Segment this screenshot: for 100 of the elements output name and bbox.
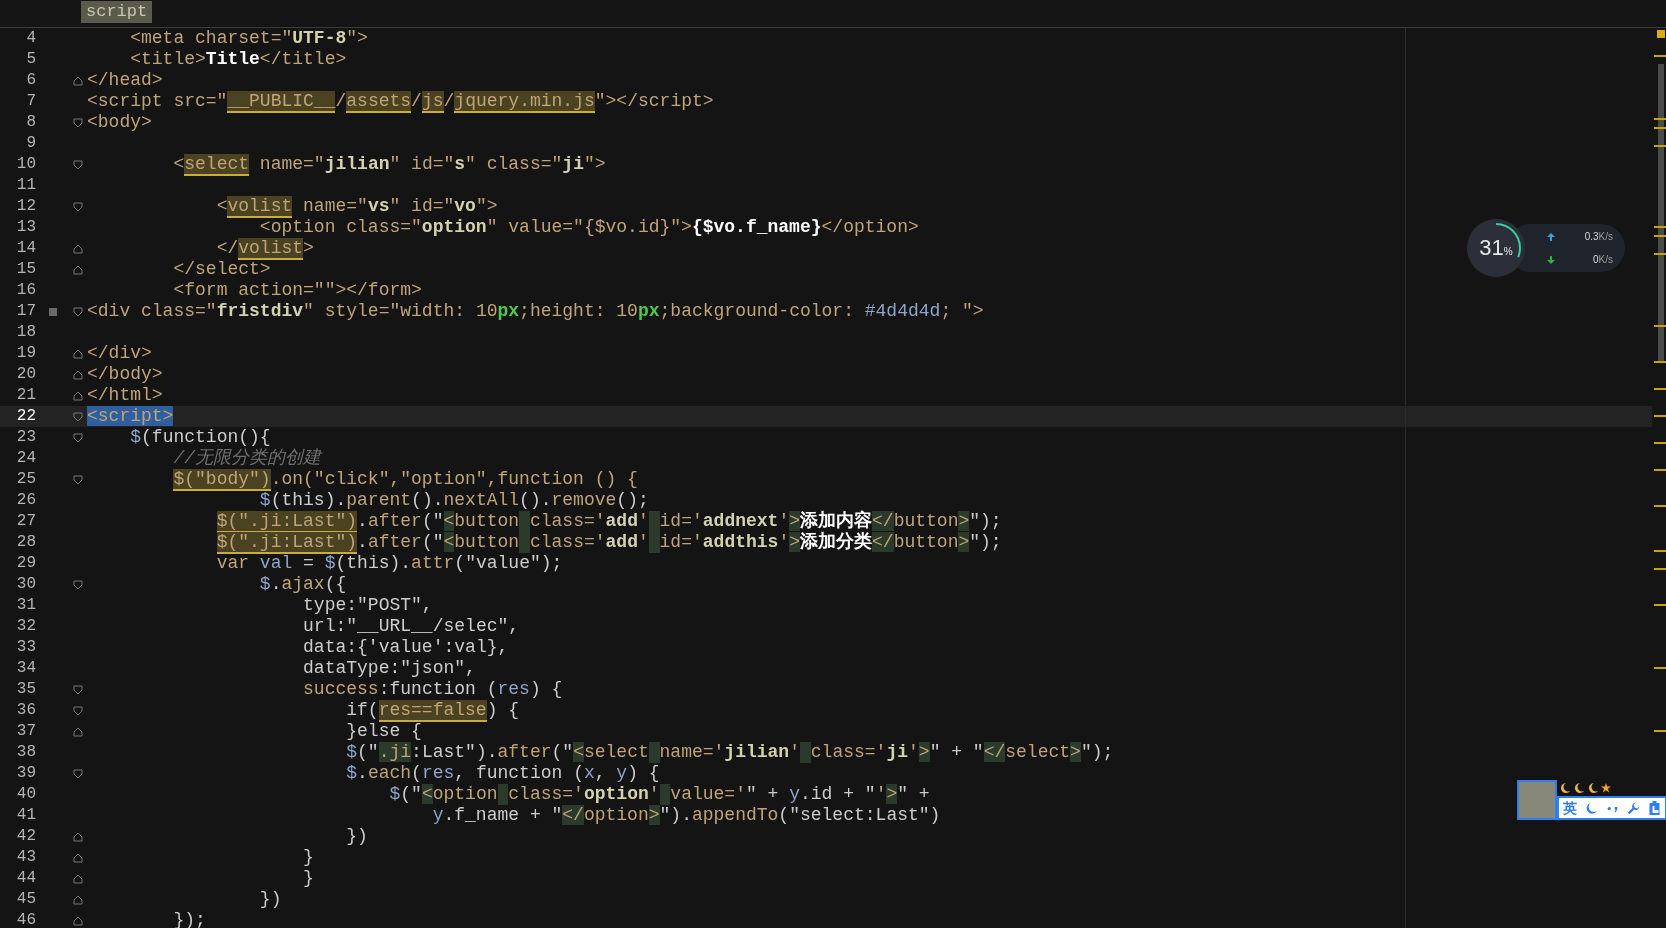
line-number: 14 — [15, 238, 36, 259]
code-line: <meta charset="UTF-8"> — [129, 28, 368, 49]
scroll-marker — [1654, 361, 1666, 363]
clipboard-icon[interactable] — [1648, 801, 1661, 815]
line-number: 15 — [15, 259, 36, 280]
code-line: </head> — [87, 70, 163, 91]
code-line: url:"__URL__/selec", — [302, 616, 520, 637]
collapse-icon[interactable] — [73, 411, 83, 422]
scroll-marker — [1654, 127, 1666, 129]
code-line: data:{'value':val}, — [302, 637, 509, 658]
code-line: <div class="fristdiv" style="width: 10px;height: 10px;background-color: #4d4d4d; "> — [87, 301, 984, 322]
scroll-marker — [1654, 568, 1666, 570]
collapse-icon[interactable] — [73, 432, 83, 443]
code-line: </body> — [87, 364, 163, 385]
collapse-icon[interactable] — [73, 159, 83, 170]
code-line: y.f_name + "</option>").appendTo("select:Last") — [431, 805, 941, 826]
code-line: var val = $(this).attr("value"); — [215, 553, 563, 574]
line-number: 22 — [15, 406, 36, 427]
code-line: }else { — [345, 721, 422, 742]
download-speed: 0K/s — [1593, 253, 1613, 267]
scroll-marker — [1654, 442, 1666, 444]
collapse-icon[interactable] — [73, 705, 83, 716]
collapse-icon[interactable] — [73, 201, 83, 212]
moon-icon — [1587, 782, 1599, 794]
scroll-marker — [1654, 118, 1666, 120]
line-number: 16 — [15, 280, 36, 301]
code-line: $.each(res, function (x, y) { — [345, 763, 660, 784]
language-toggle[interactable]: 英 — [1563, 797, 1577, 819]
collapse-icon[interactable] — [73, 579, 83, 590]
line-number: 38 — [15, 742, 36, 763]
code-line: $("<option class='option' value='" + y.id + "'>" + — [388, 784, 930, 805]
code-line: $("body").on("click","option",function () { — [172, 469, 638, 490]
scroll-marker — [1654, 325, 1666, 327]
code-line: $(".ji:Last").after("<select name='jilian' class='ji'>" + "</select>"); — [345, 742, 1114, 763]
code-line: </div> — [87, 343, 152, 364]
code-line: }) — [258, 889, 282, 910]
line-number: 32 — [15, 616, 36, 637]
line-number: 41 — [15, 805, 36, 826]
code-line: </volist> — [215, 238, 314, 259]
scroll-marker — [1654, 730, 1666, 732]
scroll-marker — [1654, 415, 1666, 417]
collapse-icon[interactable] — [73, 768, 83, 779]
line-number: 18 — [15, 322, 36, 343]
collapse-icon[interactable] — [73, 474, 83, 485]
line-number: 26 — [15, 490, 36, 511]
line-number: 10 — [15, 154, 36, 175]
scroll-marker — [1654, 469, 1666, 471]
code-line: <form action=""></form> — [172, 280, 422, 301]
line-number: 23 — [15, 427, 36, 448]
line-number: 17 — [15, 301, 36, 322]
scroll-marker — [1654, 505, 1666, 507]
scroll-thumb[interactable] — [1658, 64, 1664, 362]
collapse-icon[interactable] — [73, 117, 83, 128]
line-number: 28 — [15, 532, 36, 553]
code-line: <script src="__PUBLIC__/assets/js/jquery.min.js"></script> — [87, 91, 714, 112]
line-number: 12 — [15, 196, 36, 217]
line-number: 30 — [15, 574, 36, 595]
code-line: }); — [172, 910, 206, 928]
line-number: 21 — [15, 385, 36, 406]
line-number: 13 — [15, 217, 36, 238]
code-line: $(this).parent().nextAll().remove(); — [258, 490, 649, 511]
moon-icon[interactable] — [1585, 801, 1598, 815]
code-line: </select> — [172, 259, 271, 280]
scroll-marker — [1654, 604, 1666, 606]
code-line: success:function (res) { — [302, 679, 563, 700]
code-line: <select name="jilian" id="s" class="ji"> — [172, 154, 606, 175]
scroll-marker — [1654, 667, 1666, 669]
code-line: //无限分类的创建 — [172, 448, 322, 469]
line-number: 46 — [15, 910, 36, 928]
line-number: 34 — [15, 658, 36, 679]
line-number: 4 — [25, 28, 36, 49]
line-number: 45 — [15, 889, 36, 910]
line-number: 9 — [25, 133, 36, 154]
line-number: 39 — [15, 763, 36, 784]
line-number: 6 — [25, 70, 36, 91]
line-number: 27 — [15, 511, 36, 532]
line-number: 24 — [15, 448, 36, 469]
code-line: $.ajax({ — [258, 574, 347, 595]
line-number: 36 — [15, 700, 36, 721]
usage-percent: 31% — [1479, 237, 1513, 259]
upload-arrow-icon — [1547, 232, 1555, 241]
line-number: 44 — [15, 868, 36, 889]
line-number: 43 — [15, 847, 36, 868]
line-number: 11 — [15, 175, 36, 196]
collapse-icon[interactable] — [73, 684, 83, 695]
line-number: 25 — [15, 469, 36, 490]
collapse-icon[interactable] — [73, 306, 83, 317]
line-number: 40 — [15, 784, 36, 805]
code-line: $(function(){ — [129, 427, 271, 448]
scroll-marker — [1657, 30, 1665, 38]
line-number: 31 — [15, 595, 36, 616]
editor-tab[interactable]: script — [81, 1, 153, 23]
star-icon — [1601, 783, 1611, 793]
line-number: 33 — [15, 637, 36, 658]
moon-icon — [1573, 782, 1585, 794]
wrench-icon[interactable] — [1627, 801, 1640, 815]
scroll-marker — [1654, 550, 1666, 552]
code-line: type:"POST", — [302, 595, 433, 616]
line-number: 19 — [15, 343, 36, 364]
code-line: <title>Title</title> — [129, 49, 347, 70]
